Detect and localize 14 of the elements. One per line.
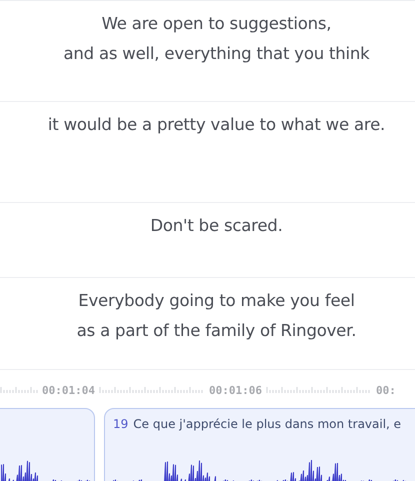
subtitle-line: Everybody going to make you feel	[78, 290, 355, 312]
ruler-ticks	[0, 385, 38, 395]
subtitle-line: it would be a pretty value to what we are.	[48, 114, 386, 136]
subtitle-line: as a part of the family of Ringover.	[76, 320, 356, 342]
timecode: 00:	[376, 384, 396, 396]
subtitle-line: and as well, everything that you think	[63, 43, 370, 65]
subtitle-line: Don't be scared.	[150, 215, 283, 237]
subtitle-line: We are open to suggestions,	[102, 13, 332, 35]
audio-clip[interactable]: 19 Ce que j'apprécie le plus dans mon travail, e	[104, 408, 415, 481]
audio-clip[interactable]	[0, 408, 95, 481]
clip-number: 19	[113, 417, 128, 431]
timecode: 00:01:04	[42, 384, 95, 396]
clip-caption: Ce que j'apprécie le plus dans mon travail, e	[133, 417, 402, 431]
timecode: 00:01:06	[208, 384, 262, 396]
